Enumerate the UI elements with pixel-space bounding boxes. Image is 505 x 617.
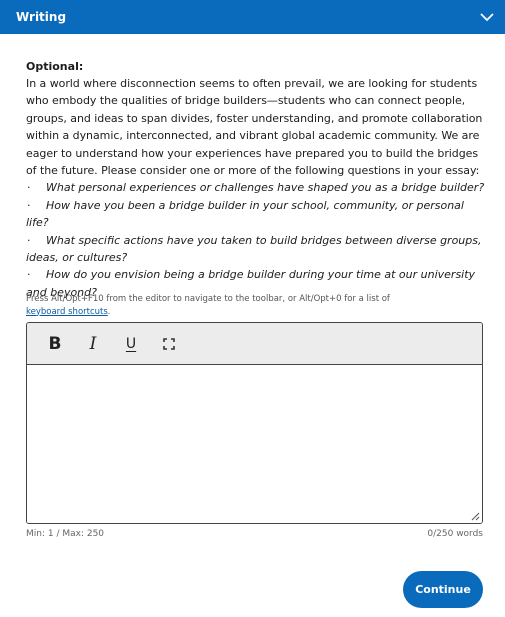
bullet: · xyxy=(27,181,31,195)
fullscreen-button[interactable] xyxy=(153,329,185,359)
keyboard-shortcuts-link[interactable]: keyboard shortcuts xyxy=(26,307,108,317)
essay-textarea[interactable] xyxy=(27,365,482,523)
question-text: What specific actions have you taken to … xyxy=(26,233,482,265)
editor-hint: Press Alt/Opt+F10 from the editor to nav… xyxy=(26,293,486,318)
editor-toolbar: B I U xyxy=(27,323,482,365)
optional-label: Optional: xyxy=(26,60,84,73)
continue-button[interactable]: Continue xyxy=(403,571,483,608)
question-text: What personal experiences or challenges … xyxy=(46,181,485,195)
section-title: Writing xyxy=(16,10,67,24)
word-limits: Min: 1 / Max: 250 xyxy=(26,529,105,539)
question-item: · What specific actions have you taken to… xyxy=(26,232,488,267)
rich-text-editor: B I U xyxy=(26,322,483,524)
underline-button[interactable]: U xyxy=(115,329,147,359)
prompt-text: In a world where disconnection seems to … xyxy=(26,77,483,178)
question-item: · How have you been a bridge builder in y… xyxy=(26,197,488,232)
resize-handle-icon[interactable] xyxy=(470,511,480,521)
bullet: · xyxy=(27,268,31,282)
hint-end: . xyxy=(107,306,111,317)
question-item: · What personal experiences or challenges… xyxy=(26,179,488,196)
section-header[interactable]: Writing xyxy=(0,0,505,34)
bullet: · xyxy=(27,233,31,247)
bullet: · xyxy=(27,198,31,212)
word-count: 0/250 words xyxy=(427,529,483,539)
question-text: How have you been a bridge builder in yo… xyxy=(26,198,464,230)
hint-text: Press Alt/Opt+F10 from the editor to nav… xyxy=(26,294,390,304)
expand-icon xyxy=(163,337,175,350)
chevron-down-icon[interactable] xyxy=(479,9,495,25)
italic-button[interactable]: I xyxy=(77,329,109,359)
bold-button[interactable]: B xyxy=(39,329,71,359)
essay-prompt: Optional: In a world where disconnection… xyxy=(26,58,488,301)
